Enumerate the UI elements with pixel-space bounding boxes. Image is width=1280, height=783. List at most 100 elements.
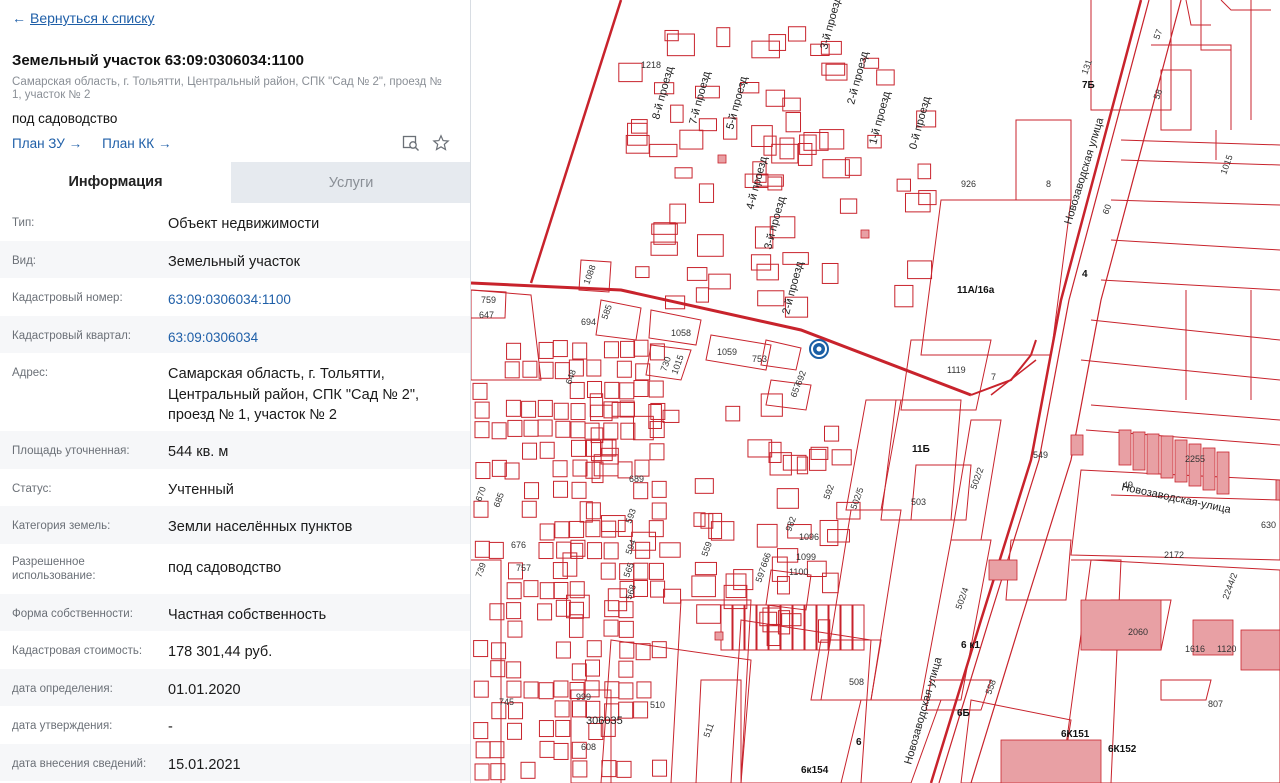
parcel-outline [585, 520, 601, 538]
cadastral-number-link[interactable]: 63:09:0306034:1100 [168, 278, 459, 311]
info-value: Частная собственность [168, 607, 327, 623]
parcel-outline [571, 439, 587, 457]
parcel-number-label: 2172 [1164, 550, 1184, 560]
parcel-number-label: 685 [491, 491, 506, 509]
info-key: дата внесения сведений: [12, 758, 147, 770]
parcel-number-label: 7 [991, 372, 996, 382]
parcel-number-label: 510 [650, 700, 665, 710]
parcel-outline [839, 198, 858, 214]
parcel-number-label: 2 [471, 0, 476, 2]
parcel-outline [504, 462, 520, 480]
parcel-number-label: 670 [473, 485, 488, 503]
parcel-outline [488, 541, 504, 559]
street-label: Новозаводская-улица [1120, 481, 1232, 516]
parcel-number-label: 597 [753, 566, 768, 584]
parcel-outline [651, 502, 667, 520]
parcel-outline [618, 620, 634, 638]
parcel-number-label: 585 [599, 303, 614, 321]
parcel-outline [601, 520, 617, 538]
parcel-number-label: 568 [623, 583, 638, 601]
map-search-icon[interactable] [402, 134, 420, 152]
parcel-outline [539, 582, 555, 600]
building-label: 11А/16а [957, 285, 995, 296]
parcel-outline [710, 521, 735, 541]
cadastral-quarter-link[interactable]: 63:09:0306034 [168, 316, 459, 349]
parcel-outline [651, 480, 667, 498]
star-icon[interactable] [432, 134, 450, 152]
parcel-number-label: 2244/2 [1220, 571, 1239, 600]
parcel-number-label: 1099 [796, 552, 816, 562]
parcel-outline [553, 402, 569, 420]
page-title: Земельный участок 63:09:0306034:1100 [12, 52, 305, 69]
parcel-number-label: 694 [581, 317, 596, 327]
parcel-outline [635, 266, 650, 279]
parcel-outline [693, 512, 706, 527]
parcel-number-label: 57 [1151, 28, 1164, 41]
parcel-outline [698, 183, 715, 203]
purpose-text: под садоводство [12, 111, 118, 126]
parcel-outline [538, 720, 554, 738]
parcel-outline [666, 33, 695, 57]
parcel-number-label: 1616 [1185, 644, 1205, 654]
parcel-outline [852, 604, 865, 651]
parcel-outline [555, 641, 571, 659]
parcel-outline [635, 643, 651, 661]
parcel-outline [633, 379, 649, 397]
parcel-number-label: 549 [1033, 450, 1048, 460]
parcel-outline [894, 284, 914, 308]
parcel-outline [698, 118, 717, 132]
parcel-outline [490, 660, 506, 678]
parcel-outline [491, 459, 507, 477]
parcel-outline [694, 478, 714, 494]
info-key: Категория земель: [12, 520, 111, 532]
parcel-outline [824, 425, 840, 442]
parcel-outline [555, 719, 571, 737]
parcel-outline [504, 361, 520, 379]
parcel-outline [537, 399, 553, 417]
plan-zu-link[interactable]: План ЗУ → [12, 136, 82, 151]
parcel-outline [799, 134, 817, 155]
parcel-outline [669, 203, 687, 224]
parcel-outline [554, 700, 570, 718]
parcel-outline [604, 381, 620, 399]
parcel-outline [618, 601, 634, 619]
parcel-outline [896, 178, 911, 192]
parcel-number-label: 60 [1100, 203, 1113, 216]
parcel-outline [523, 580, 539, 598]
back-link-label: Вернуться к списку [30, 10, 155, 26]
tab-services[interactable]: Услуги [231, 162, 470, 203]
parcel-outline [507, 722, 523, 740]
parcel-outline [840, 604, 853, 651]
plan-kk-link[interactable]: План КК → [102, 136, 171, 151]
parcel-outline [649, 143, 678, 158]
parcel-outline [917, 163, 932, 180]
parcel-outline [472, 382, 488, 400]
info-value: 544 кв. м [168, 444, 229, 460]
parcel-outline [653, 222, 676, 245]
info-value: Объект недвижимости [168, 216, 320, 232]
plan-links: План ЗУ → План КК → [12, 136, 171, 151]
location-marker[interactable] [809, 339, 829, 359]
parcel-number-label: 1218 [641, 60, 661, 70]
map-fills [714, 154, 1280, 783]
parcel-number-label: 999 [576, 692, 591, 702]
parcel-number-label: 8 [1046, 179, 1051, 189]
back-link[interactable]: ← Вернуться к списку [12, 10, 155, 26]
parcel-outline [662, 409, 680, 423]
parcel-number-label: 558 [983, 678, 998, 696]
parcel-outline [627, 122, 648, 146]
parcel-number-label: 982 [783, 515, 798, 533]
parcel-outline [552, 460, 568, 478]
parcel-outline [631, 119, 648, 134]
cadastral-map[interactable]: 1218 1088 759 647 694 585 1058 1059 753 6 92 6 57 7 30… [471, 0, 1280, 783]
parcel-outline [650, 580, 666, 598]
parcel-outline [686, 267, 708, 281]
info-table: Тип: Объект недвижимости Вид: Земельный … [0, 203, 470, 781]
block-label: 306035 [586, 715, 623, 727]
parcel-outline [555, 599, 571, 617]
info-key: Разрешенное использование: [12, 556, 96, 582]
info-row-status: Статус: Учтенный [0, 469, 470, 506]
tab-info[interactable]: Информация [0, 162, 231, 203]
parcel-outline [616, 760, 632, 778]
parcel-number-label: 1015 [1218, 153, 1234, 175]
